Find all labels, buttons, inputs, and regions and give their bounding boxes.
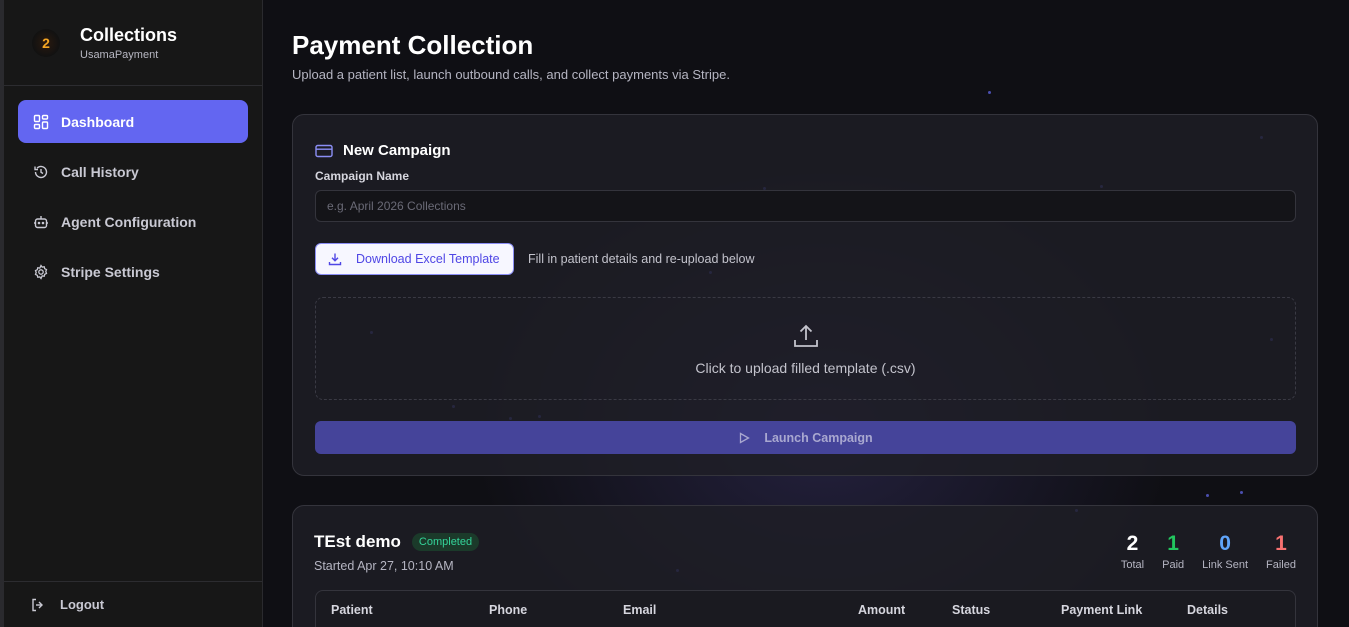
page-title: Payment Collection (292, 30, 534, 60)
brand-text: Collections UsamaPayment (80, 24, 177, 61)
campaign-name-input[interactable] (315, 190, 1296, 222)
card-title: New Campaign (343, 142, 451, 159)
new-campaign-card: New Campaign Campaign Name Download Exce… (292, 114, 1318, 476)
stat-label: Link Sent (1202, 559, 1249, 571)
sidebar-item-label: Stripe Settings (61, 263, 160, 280)
sidebar-item-agent-configuration[interactable]: Agent Configuration (18, 200, 248, 243)
stat-value: 0 (1219, 532, 1231, 555)
stat-value: 2 (1126, 532, 1139, 555)
column-header[interactable]: Status (952, 603, 990, 617)
status-badge: Completed (411, 533, 480, 551)
brand-title: Collections (80, 25, 178, 45)
campaign-started: Started Apr 27, 10:10 AM (314, 559, 454, 573)
card-header: New Campaign (315, 142, 451, 159)
app: 2 Collections UsamaPayment Dashboard Cal… (0, 0, 1349, 627)
column-header[interactable]: Payment Link (1061, 603, 1142, 617)
campaign-name-label: Campaign Name (315, 169, 410, 183)
launch-campaign-label: Launch Campaign (764, 430, 873, 445)
brand: 2 Collections UsamaPayment (4, 0, 262, 86)
sidebar-item-label: Dashboard (61, 113, 135, 130)
download-template-button[interactable]: Download Excel Template (315, 243, 514, 275)
column-header[interactable]: Patient (331, 603, 373, 617)
stat-paid: 1 Paid (1162, 531, 1184, 571)
decor-dot (988, 91, 991, 94)
column-header[interactable]: Phone (489, 603, 527, 617)
campaign-title: TEst demo (314, 532, 401, 551)
gear-icon (33, 263, 49, 280)
decor-dot (1206, 494, 1209, 497)
stat-label: Failed (1266, 559, 1296, 571)
stat-failed: 1 Failed (1266, 531, 1296, 571)
download-template-label: Download Excel Template (356, 252, 500, 266)
campaign-result-card: TEst demo Completed Started Apr 27, 10:1… (292, 505, 1318, 627)
logout-label: Logout (60, 597, 105, 612)
credit-card-icon (315, 144, 333, 158)
upload-text: Click to upload filled template (.csv) (695, 359, 916, 376)
main-content: Payment Collection Upload a patient list… (263, 0, 1349, 627)
history-icon (33, 164, 49, 180)
launch-campaign-button[interactable]: Launch Campaign (315, 421, 1296, 454)
dashboard-icon (33, 114, 49, 130)
upload-icon (792, 322, 820, 350)
logout-button[interactable]: Logout (4, 581, 262, 627)
logout-icon (30, 597, 46, 613)
campaign-stats: 2 Total 1 Paid 0 Link Sent 1 Failed (1103, 531, 1296, 571)
column-header[interactable]: Details (1187, 603, 1228, 617)
brand-subtitle: UsamaPayment (80, 49, 159, 61)
sidebar-item-dashboard[interactable]: Dashboard (18, 100, 248, 143)
sidebar-item-call-history[interactable]: Call History (18, 150, 248, 193)
brand-logo: 2 (32, 29, 60, 57)
upload-dropzone[interactable]: Click to upload filled template (.csv) (315, 297, 1296, 400)
sidebar-item-label: Agent Configuration (61, 213, 197, 230)
sidebar-item-stripe-settings[interactable]: Stripe Settings (18, 250, 248, 293)
column-header[interactable]: Amount (858, 603, 905, 617)
bot-icon (33, 214, 49, 230)
stat-link-sent: 0 Link Sent (1202, 531, 1248, 571)
page-subtitle: Upload a patient list, launch outbound c… (292, 67, 730, 82)
stat-label: Total (1120, 559, 1145, 571)
calls-table-header: Patient Phone Email Amount Status Paymen… (315, 590, 1296, 627)
template-hint: Fill in patient details and re-upload be… (528, 252, 755, 266)
decor-dot (1240, 491, 1243, 494)
stat-value: 1 (1167, 532, 1179, 555)
sidebar: 2 Collections UsamaPayment Dashboard Cal… (0, 0, 263, 627)
sidebar-item-label: Call History (61, 163, 139, 180)
stat-total: 2 Total (1121, 531, 1144, 571)
sidebar-nav: Dashboard Call History Agent Configurati… (4, 86, 262, 300)
campaign-title-row: TEst demo Completed (314, 532, 480, 552)
download-icon (328, 252, 342, 266)
play-icon (738, 431, 751, 444)
stat-label: Paid (1162, 559, 1185, 571)
stat-value: 1 (1275, 532, 1287, 555)
column-header[interactable]: Email (623, 603, 656, 617)
